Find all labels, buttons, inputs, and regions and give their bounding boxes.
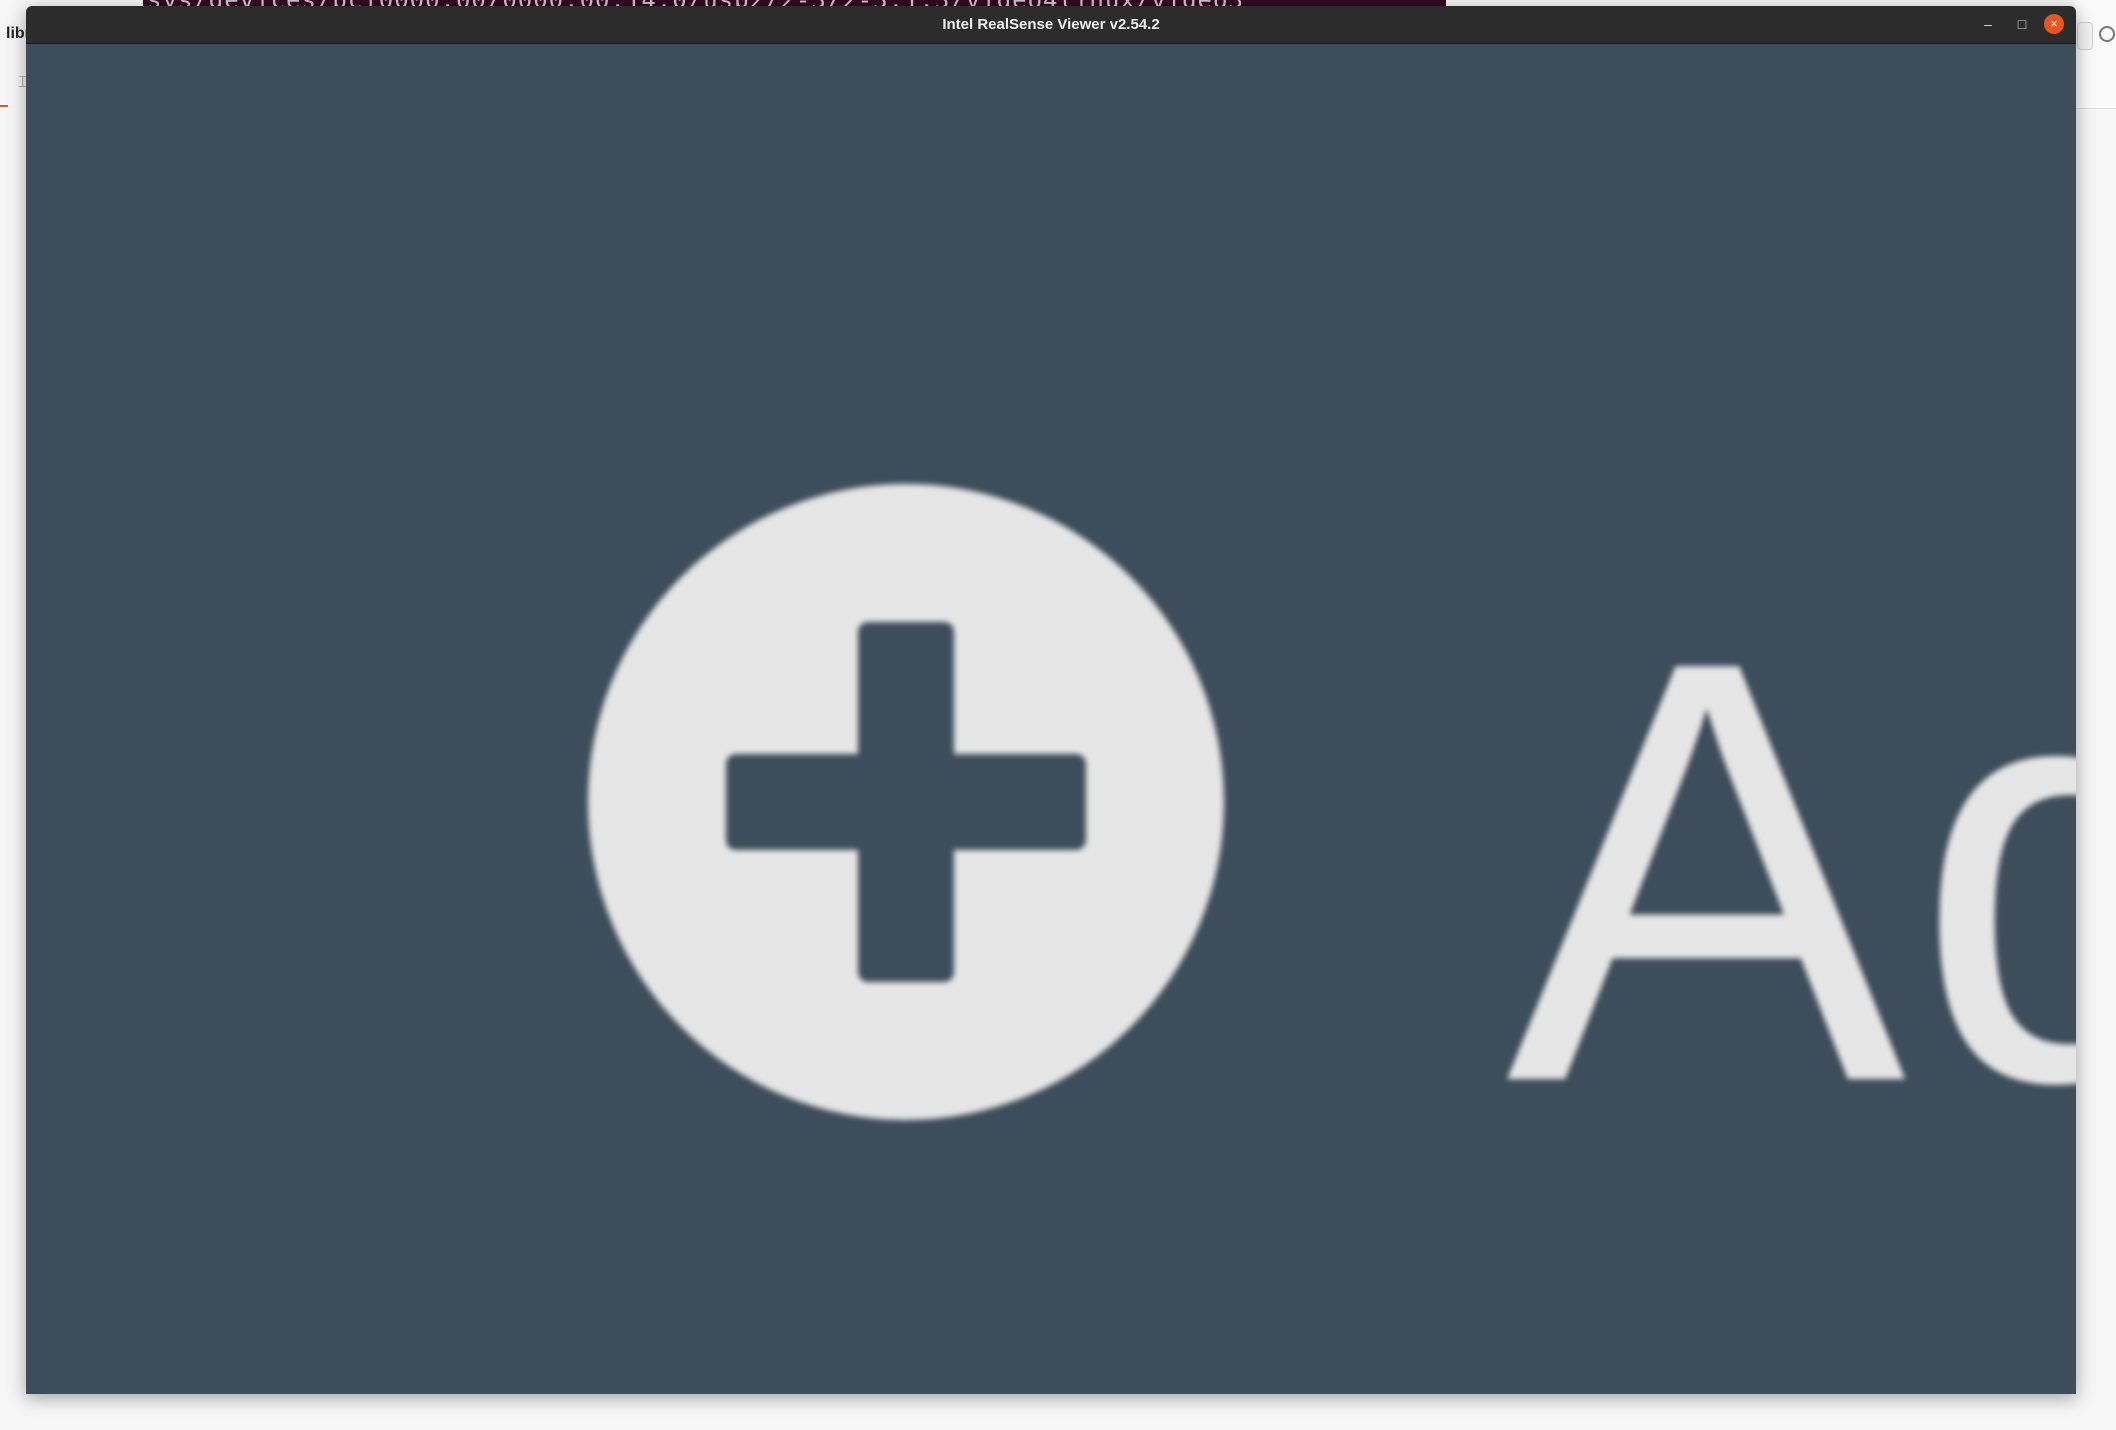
maximize-button[interactable]: □ xyxy=(2012,14,2032,34)
background-app-toolbar xyxy=(2075,0,2116,109)
title-bar[interactable]: Intel RealSense Viewer v2.54.2 – □ × xyxy=(26,6,2076,44)
add-source-label: Add xyxy=(1506,537,2076,1207)
close-button[interactable]: × xyxy=(2044,14,2064,34)
plus-circle-icon xyxy=(588,484,1224,1120)
window-title: Intel RealSense Viewer v2.54.2 xyxy=(942,16,1160,33)
add-source-button[interactable]: Add xyxy=(26,44,2076,1394)
viewer-viewport: Add xyxy=(26,44,2076,1394)
realsense-viewer-window: Intel RealSense Viewer v2.54.2 – □ × Add xyxy=(26,6,2076,1394)
background-toolbar-button[interactable] xyxy=(2077,22,2093,50)
background-settings-icon[interactable] xyxy=(2099,26,2115,42)
minimize-button[interactable]: – xyxy=(1978,14,1998,34)
desktop: sys/devices/pci0000:00/0000:00:14.0/usb2… xyxy=(0,0,2116,1430)
background-accent-line xyxy=(0,105,8,107)
